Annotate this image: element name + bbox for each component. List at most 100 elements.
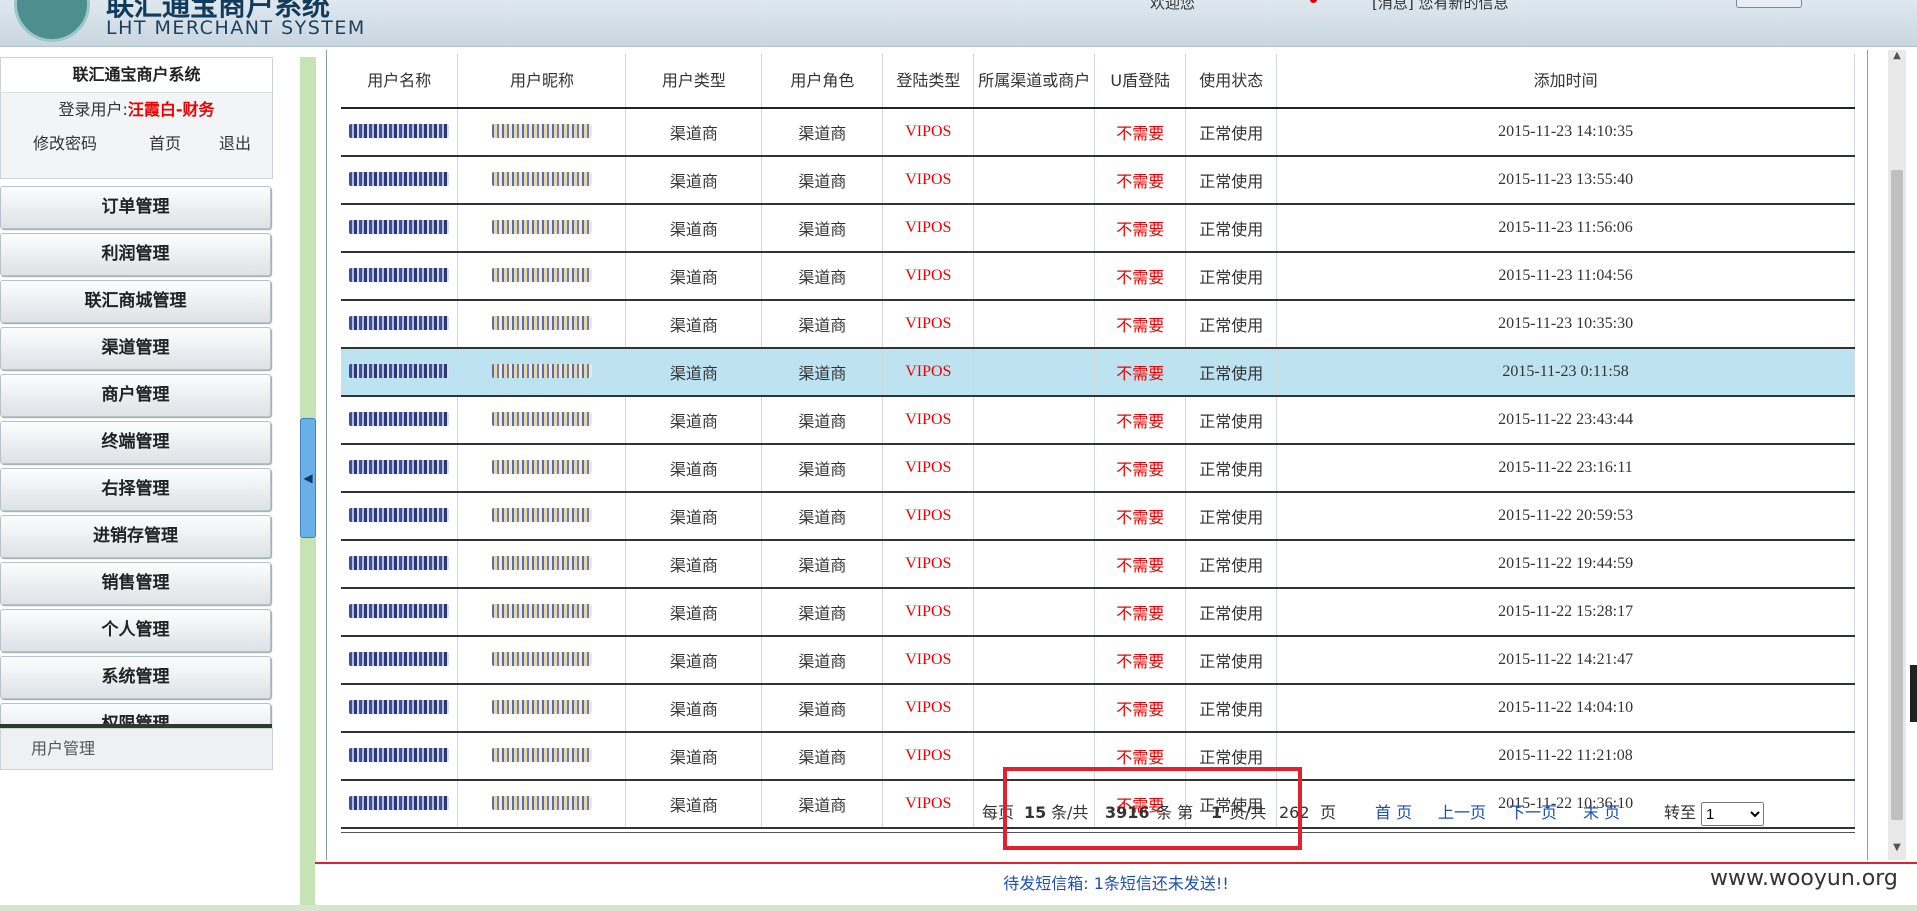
table-row[interactable]: 渠道商 渠道商 VIPOS 不需要 正常使用 2015-11-22 23:43:44 — [341, 396, 1855, 445]
redacted-text — [349, 603, 450, 618]
sidebar-item-9[interactable]: 个人管理 — [0, 609, 271, 652]
status-cell: 正常使用 — [1185, 492, 1278, 541]
change-password-link[interactable]: 修改密码 — [33, 127, 97, 161]
username-cell — [341, 684, 459, 733]
table-row[interactable]: 渠道商 渠道商 VIPOS 不需要 正常使用 2015-11-22 23:16:11 — [341, 444, 1855, 493]
user-role-cell: 渠道商 — [761, 204, 884, 253]
redacted-text — [491, 555, 592, 570]
app-title-en: LHT MERCHANT SYSTEM — [106, 17, 366, 39]
added-time-cell: 2015-11-22 20:59:53 — [1276, 492, 1855, 541]
nickname-cell — [457, 300, 627, 349]
ukey-login-cell: 不需要 — [1094, 156, 1187, 205]
status-cell: 正常使用 — [1185, 540, 1278, 589]
table-row[interactable]: 渠道商 渠道商 VIPOS 不需要 正常使用 2015-11-22 14:21:47 — [341, 636, 1855, 685]
sidebar-item-4[interactable]: 商户管理 — [0, 374, 271, 417]
owner-cell — [973, 108, 1096, 157]
username-cell — [341, 588, 459, 637]
table-row[interactable]: 渠道商 渠道商 VIPOS 不需要 正常使用 2015-11-23 13:55:40 — [341, 156, 1855, 205]
first-page-link[interactable]: 首 页 — [1375, 794, 1412, 832]
nickname-cell — [457, 540, 627, 589]
logout-link[interactable]: 退出 — [219, 127, 251, 161]
user-role-cell: 渠道商 — [761, 636, 884, 685]
table-row[interactable]: 渠道商 渠道商 VIPOS 不需要 正常使用 2015-11-22 19:44:59 — [341, 540, 1855, 589]
user-type-cell: 渠道商 — [625, 540, 763, 589]
redacted-text — [491, 315, 592, 330]
login-user-line: 登录用户:汪霞白-财务 — [1, 93, 272, 127]
scroll-up-icon[interactable]: ▲ — [1888, 50, 1906, 68]
status-cell: 正常使用 — [1185, 108, 1278, 157]
username-cell — [341, 636, 459, 685]
scroll-thumb[interactable] — [1891, 170, 1903, 820]
user-role-cell: 渠道商 — [761, 348, 884, 397]
home-link[interactable]: 首页 — [149, 127, 181, 161]
username-cell — [341, 540, 459, 589]
added-time-cell: 2015-11-22 23:16:11 — [1276, 444, 1855, 493]
last-page-link[interactable]: 末 页 — [1583, 794, 1620, 832]
goto-page-select[interactable]: 1 — [1701, 802, 1764, 826]
account-links: 修改密码 首页 退出 — [1, 127, 272, 161]
table-row[interactable]: 渠道商 渠道商 VIPOS 不需要 正常使用 2015-11-22 20:59:53 — [341, 492, 1855, 541]
sidebar: 联汇通宝商户系统 登录用户:汪霞白-财务 修改密码 首页 退出 订单管理 利润管理… — [0, 57, 273, 777]
system-info-box: 联汇通宝商户系统 登录用户:汪霞白-财务 修改密码 首页 退出 — [0, 57, 273, 179]
table-row[interactable]: 渠道商 渠道商 VIPOS 不需要 正常使用 2015-11-23 14:10:35 — [341, 108, 1855, 157]
login-type-cell: VIPOS — [882, 588, 975, 637]
column-header: 用户角色 — [761, 54, 884, 109]
sidebar-item-1[interactable]: 利润管理 — [0, 233, 271, 276]
user-role-cell: 渠道商 — [761, 108, 884, 157]
table-row[interactable]: 渠道商 渠道商 VIPOS 不需要 正常使用 2015-11-23 10:35:30 — [341, 300, 1855, 349]
prev-page-link[interactable]: 上一页 — [1438, 794, 1486, 832]
table-row[interactable]: 渠道商 渠道商 VIPOS 不需要 正常使用 2015-11-22 15:28:17 — [341, 588, 1855, 637]
goto-label: 转至 — [1664, 803, 1697, 822]
sidebar-item-7[interactable]: 进销存管理 — [0, 515, 271, 558]
sidebar-item-0[interactable]: 订单管理 — [0, 186, 271, 229]
user-role-cell: 渠道商 — [761, 732, 884, 781]
nickname-cell — [457, 204, 627, 253]
redacted-text — [349, 411, 450, 426]
table-row[interactable]: 渠道商 渠道商 VIPOS 不需要 正常使用 2015-11-23 11:56:06 — [341, 204, 1855, 253]
nickname-cell — [457, 492, 627, 541]
owner-cell — [973, 396, 1096, 445]
added-time-cell: 2015-11-22 14:21:47 — [1276, 636, 1855, 685]
status-cell: 正常使用 — [1185, 348, 1278, 397]
message-notice[interactable]: [消息] 您有新的信息 — [1372, 0, 1508, 13]
added-time-cell: 2015-11-23 11:04:56 — [1276, 252, 1855, 301]
scroll-down-icon[interactable]: ▼ — [1888, 842, 1906, 860]
collapse-sidebar-button[interactable]: ◀ — [300, 418, 316, 538]
table-row[interactable]: 渠道商 渠道商 VIPOS 不需要 正常使用 2015-11-23 0:11:58 — [341, 348, 1855, 397]
ukey-login-cell: 不需要 — [1094, 540, 1187, 589]
next-page-link[interactable]: 下一页 — [1509, 794, 1557, 832]
username-cell — [341, 156, 459, 205]
header-button[interactable] — [1736, 0, 1802, 8]
redacted-text — [349, 459, 450, 474]
status-cell: 正常使用 — [1185, 204, 1278, 253]
sidebar-item-2[interactable]: 联汇商城管理 — [0, 280, 271, 323]
sidebar-item-10[interactable]: 系统管理 — [0, 656, 271, 699]
nickname-cell — [457, 684, 627, 733]
ukey-login-cell: 不需要 — [1094, 252, 1187, 301]
sidebar-item-5[interactable]: 终端管理 — [0, 421, 271, 464]
user-role-cell: 渠道商 — [761, 300, 884, 349]
nickname-cell — [457, 108, 627, 157]
sidebar-subitem-user-management[interactable]: 用户管理 — [0, 728, 273, 770]
nickname-cell — [457, 348, 627, 397]
ukey-login-cell: 不需要 — [1094, 588, 1187, 637]
user-type-cell: 渠道商 — [625, 588, 763, 637]
sms-notice[interactable]: 待发短信箱: 1条短信还未发送!! — [315, 864, 1917, 904]
column-header: 用户名称 — [341, 54, 459, 109]
username-cell — [341, 252, 459, 301]
app-header: 联汇通宝商户系统 LHT MERCHANT SYSTEM 欢迎您 [消息] 您有… — [0, 0, 1917, 47]
redacted-text — [349, 507, 450, 522]
added-time-cell: 2015-11-23 13:55:40 — [1276, 156, 1855, 205]
login-type-cell: VIPOS — [882, 636, 975, 685]
redacted-text — [491, 123, 592, 138]
username-cell — [341, 492, 459, 541]
sidebar-item-6[interactable]: 右择管理 — [0, 468, 271, 511]
sidebar-item-8[interactable]: 销售管理 — [0, 562, 271, 605]
submenu-label: 用户管理 — [31, 739, 96, 758]
sidebar-item-3[interactable]: 渠道管理 — [0, 327, 271, 370]
redacted-text — [349, 699, 450, 714]
vertical-scrollbar[interactable]: ▲ ▼ — [1888, 50, 1906, 860]
table-row[interactable]: 渠道商 渠道商 VIPOS 不需要 正常使用 2015-11-23 11:04:56 — [341, 252, 1855, 301]
owner-cell — [973, 156, 1096, 205]
table-row[interactable]: 渠道商 渠道商 VIPOS 不需要 正常使用 2015-11-22 14:04:10 — [341, 684, 1855, 733]
